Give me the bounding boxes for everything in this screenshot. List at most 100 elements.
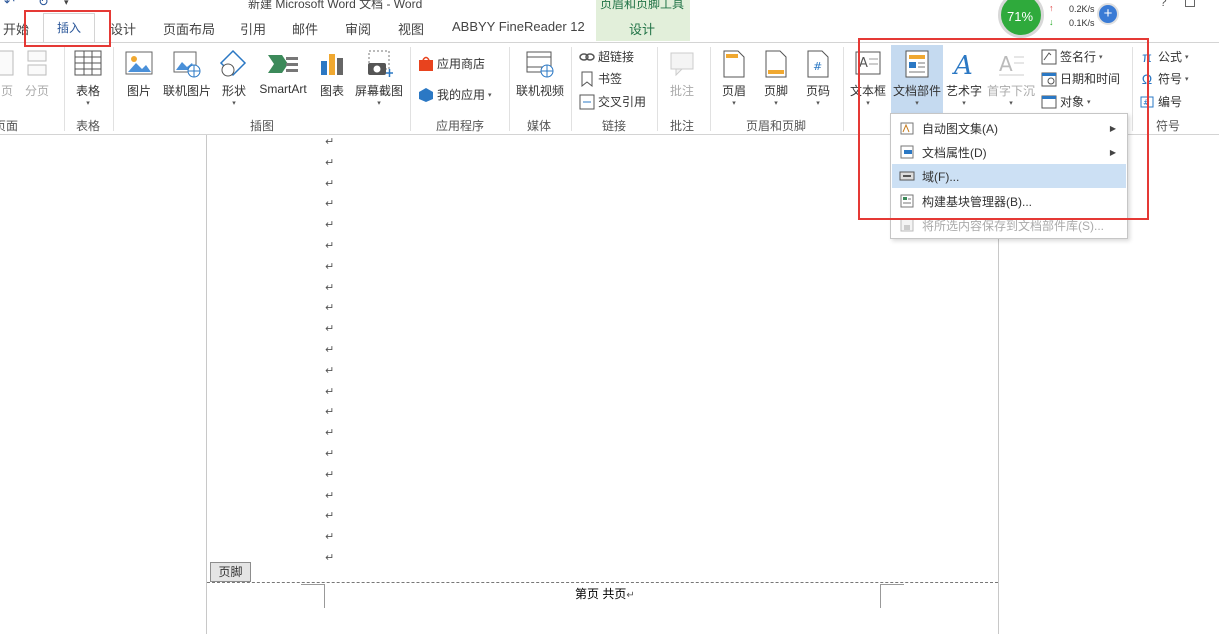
paragraph-mark: ↵ xyxy=(325,406,335,419)
screenshot-button[interactable]: 屏幕截图 ▾ xyxy=(352,49,406,107)
paragraph-mark: ↵ xyxy=(325,364,335,377)
footer-icon xyxy=(765,50,787,78)
paragraph-mark: ↵ xyxy=(325,489,335,502)
my-apps-icon xyxy=(419,87,433,102)
highlight-box-insert-tab xyxy=(24,10,111,47)
comment-icon xyxy=(670,52,694,77)
paragraph-mark: ↵ xyxy=(325,510,335,523)
comment-button[interactable]: 批注 xyxy=(665,49,699,99)
group-label-pages: 页面 xyxy=(0,119,19,133)
pictures-button[interactable]: 图片 xyxy=(122,49,156,99)
chart-button[interactable]: 图表 xyxy=(316,49,348,99)
group-separator xyxy=(843,47,844,131)
group-label-links: 链接 xyxy=(602,119,627,133)
hyperlink-button[interactable]: 超链接 xyxy=(579,48,634,65)
highlight-box-quick-parts xyxy=(858,38,1149,220)
shapes-icon xyxy=(219,49,247,77)
group-separator xyxy=(64,47,65,131)
paragraph-mark: ↵ xyxy=(325,302,335,315)
paragraph-mark: ↵ xyxy=(325,531,335,544)
paragraph-mark: ↵ xyxy=(325,281,335,294)
group-label-media: 媒体 xyxy=(527,119,552,133)
page-button[interactable]: 页 xyxy=(0,49,18,99)
footer-boundary-line xyxy=(207,582,998,583)
smartart-icon xyxy=(268,55,298,73)
paragraph-mark: ↵ xyxy=(325,323,335,336)
context-group-header: 页眉和页脚工具 设计 xyxy=(596,0,690,41)
undo-icon[interactable]: ↶ xyxy=(4,0,15,10)
page-number-button[interactable]: # 页码 ▾ xyxy=(802,49,834,107)
paragraph-mark: ↵ xyxy=(325,552,335,564)
tab-mailings[interactable]: 邮件 xyxy=(292,19,318,38)
page-break-icon xyxy=(27,50,47,76)
paragraph-mark: ↵ xyxy=(325,198,335,211)
group-separator xyxy=(113,47,114,131)
paragraph-mark: ↵ xyxy=(325,427,335,440)
chart-icon xyxy=(321,54,343,75)
paragraph-mark: ↵ xyxy=(325,156,335,169)
hyperlink-icon xyxy=(579,52,595,61)
download-speed: 0.1K/s xyxy=(1069,18,1095,28)
paragraph-mark: ↵ xyxy=(325,177,335,190)
group-separator xyxy=(571,47,572,131)
tab-design-context[interactable]: 设计 xyxy=(629,19,655,38)
tab-references[interactable]: 引用 xyxy=(240,19,266,38)
group-separator xyxy=(710,47,711,131)
bookmark-icon xyxy=(581,71,593,87)
group-label-symbols: 符号 xyxy=(1156,119,1181,133)
cross-reference-button[interactable]: 交叉引用 xyxy=(579,93,646,110)
online-pictures-button[interactable]: 联机图片 xyxy=(160,49,214,99)
store-icon xyxy=(419,56,433,71)
ribbon-display-icon[interactable] xyxy=(1185,0,1195,7)
paragraph-mark: ↵ xyxy=(325,240,335,252)
usage-circle: 71% xyxy=(998,0,1044,38)
screenshot-icon xyxy=(368,50,393,77)
table-icon xyxy=(74,50,102,76)
tab-design[interactable]: 设计 xyxy=(110,19,136,38)
group-label-comments: 批注 xyxy=(670,119,695,133)
footer-tag: 页脚 xyxy=(210,562,251,582)
window-title: 新建 Microsoft Word 文档 - Word xyxy=(248,0,423,11)
tab-layout[interactable]: 页面布局 xyxy=(163,19,215,38)
my-apps-button[interactable]: 我的应用 ▾ xyxy=(418,86,492,103)
cross-reference-icon xyxy=(579,94,595,109)
group-label-illustrations: 插图 xyxy=(250,119,275,133)
upload-speed: 0.2K/s xyxy=(1069,4,1095,14)
bookmark-button[interactable]: 书签 xyxy=(579,70,622,87)
word-window: ↶ ↻ ▾ 新建 Microsoft Word 文档 - Word ? 页眉和页… xyxy=(0,0,1219,634)
redo-icon[interactable]: ↻ xyxy=(38,0,49,10)
footer-text[interactable]: 第页 共页↵ xyxy=(575,585,635,602)
table-button[interactable]: 表格 ▾ xyxy=(70,49,106,107)
header-button[interactable]: 页眉 ▾ xyxy=(718,49,750,107)
crop-mark-right xyxy=(880,584,904,608)
tab-abbyy[interactable]: ABBYY FineReader 12 xyxy=(452,19,585,34)
footer-button[interactable]: 页脚 ▾ xyxy=(760,49,792,107)
header-icon xyxy=(723,50,745,78)
group-label-header-footer: 页眉和页脚 xyxy=(746,119,807,133)
usage-percent: 71% xyxy=(1007,9,1034,24)
shapes-button[interactable]: 形状 ▾ xyxy=(217,49,251,107)
tab-review[interactable]: 审阅 xyxy=(345,19,371,38)
download-arrow-icon: ↓ xyxy=(1049,17,1054,27)
group-label-apps: 应用程序 xyxy=(436,119,485,133)
group-separator xyxy=(410,47,411,131)
tab-view[interactable]: 视图 xyxy=(398,19,424,38)
plus-icon[interactable]: + xyxy=(1097,3,1119,25)
online-video-button[interactable]: 联机视频 xyxy=(514,49,566,99)
paragraph-mark: ↵ xyxy=(325,448,335,460)
online-video-icon xyxy=(526,51,554,78)
upload-arrow-icon: ↑ xyxy=(1049,3,1054,13)
help-icon[interactable]: ? xyxy=(1160,0,1167,9)
paragraph-mark: ↵ xyxy=(325,344,335,356)
group-label-tables: 表格 xyxy=(76,119,101,133)
page-icon xyxy=(0,50,14,76)
store-button[interactable]: 应用商店 xyxy=(418,55,485,72)
paragraph-mark: ↵ xyxy=(325,136,335,148)
paragraph-mark: ↵ xyxy=(325,219,335,232)
crop-mark-left xyxy=(301,584,325,608)
page-break-button[interactable]: 分页 xyxy=(22,49,52,99)
group-separator xyxy=(509,47,510,131)
customize-qat-icon[interactable]: ▾ xyxy=(64,0,69,8)
paragraph-mark: ↵ xyxy=(325,385,335,398)
smartart-button[interactable]: SmartArt xyxy=(255,49,311,96)
